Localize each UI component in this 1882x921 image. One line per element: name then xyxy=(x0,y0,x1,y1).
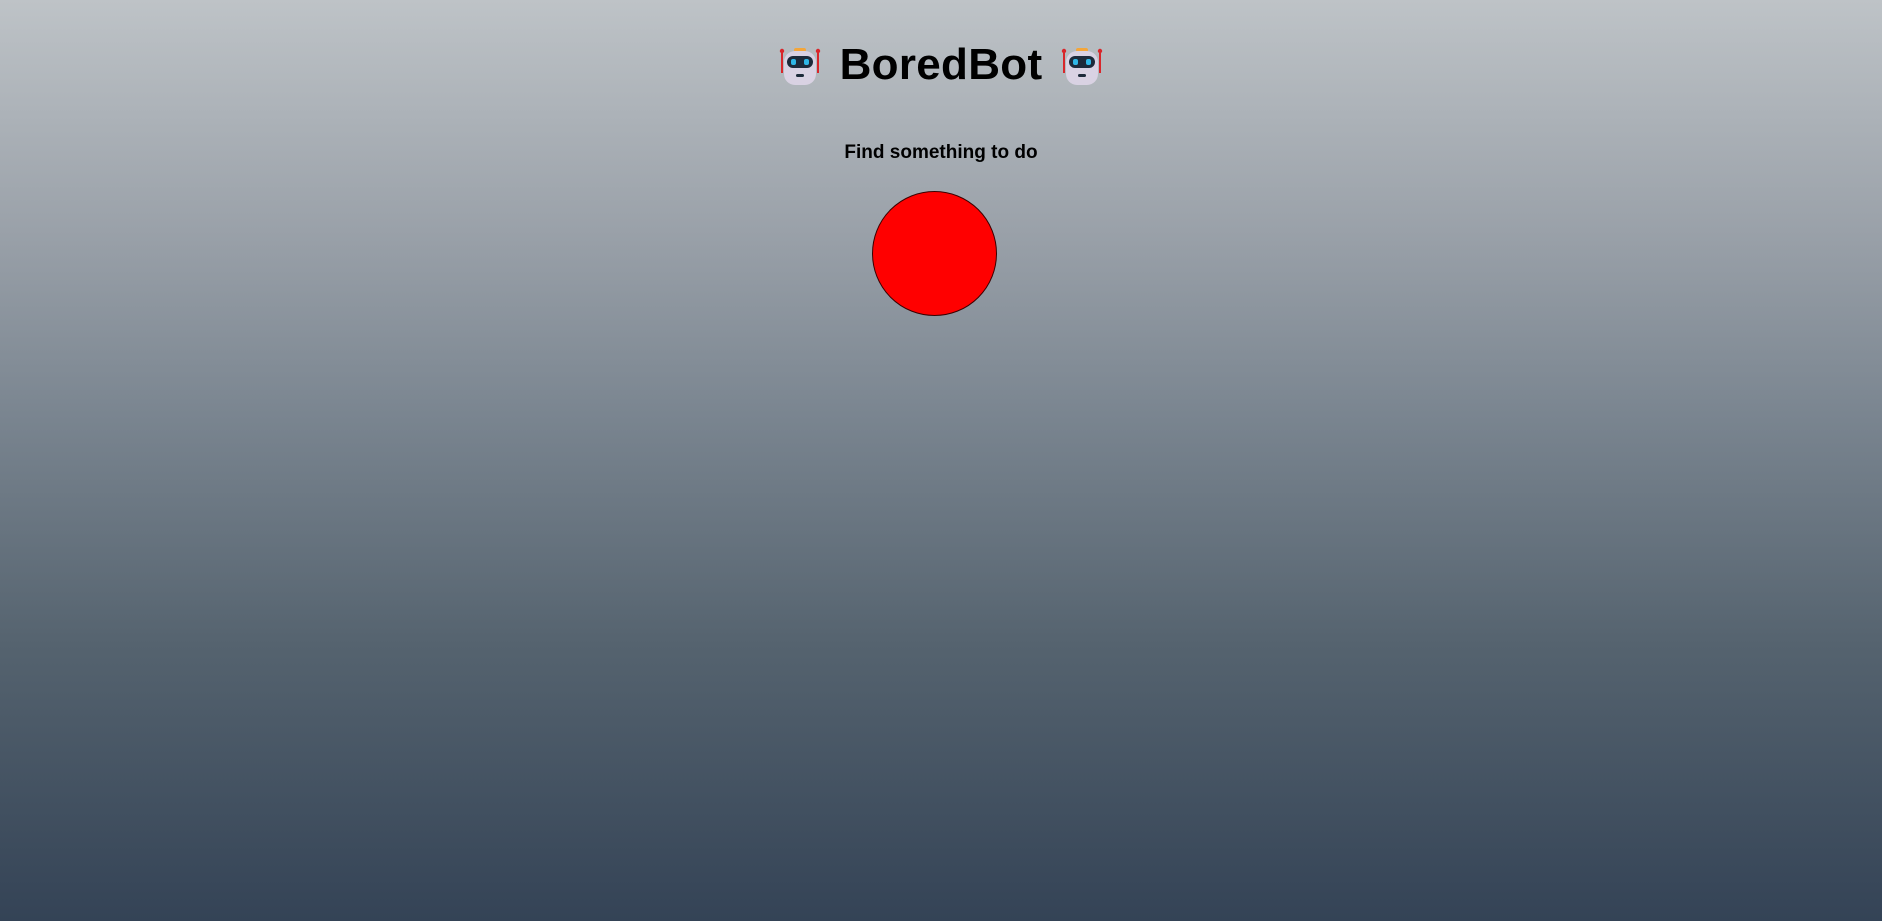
robot-face-icon xyxy=(779,48,820,85)
app-header: BoredBot xyxy=(0,30,1882,100)
robot-face-icon xyxy=(1062,48,1103,85)
app-title: BoredBot xyxy=(839,40,1043,89)
find-activity-button[interactable] xyxy=(872,191,997,316)
subtitle: Find something to do xyxy=(844,142,1038,163)
